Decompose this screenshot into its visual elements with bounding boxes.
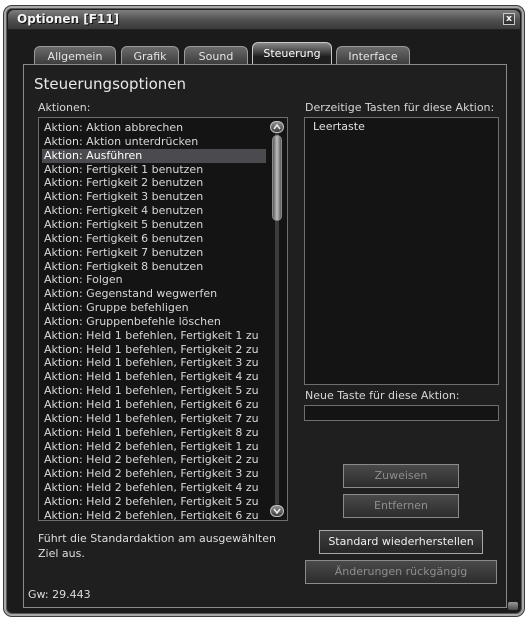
list-item[interactable]: Aktion: Fertigkeit 1 benutzen — [42, 163, 266, 177]
list-item[interactable]: Aktion: Held 2 befehlen, Fertigkeit 6 zu — [42, 509, 266, 520]
list-item[interactable]: Aktion: Folgen — [42, 273, 266, 287]
assign-button[interactable]: Zuweisen — [343, 464, 459, 488]
actions-label: Aktionen: — [38, 101, 91, 114]
restore-defaults-button[interactable]: Standard wiederherstellen — [319, 530, 483, 554]
list-item[interactable]: Aktion: Held 2 befehlen, Fertigkeit 2 zu — [42, 453, 266, 467]
list-item[interactable]: Aktion: Gruppe befehligen — [42, 301, 266, 315]
current-keys-label: Derzeitige Tasten für diese Aktion: — [305, 101, 495, 114]
list-item[interactable]: Aktion: Held 1 befehlen, Fertigkeit 4 zu — [42, 370, 266, 384]
list-item[interactable]: Aktion: Held 2 befehlen, Fertigkeit 3 zu — [42, 467, 266, 481]
list-item[interactable]: Aktion: Held 1 befehlen, Fertigkeit 2 zu — [42, 343, 266, 357]
list-item[interactable]: Aktion: Aktion abbrechen — [42, 121, 266, 135]
resize-grip-icon[interactable] — [508, 602, 518, 610]
list-item[interactable]: Aktion: Held 2 befehlen, Fertigkeit 5 zu — [42, 495, 266, 509]
options-window: Optionen [F11] x Allgemein Grafik Sound … — [4, 6, 524, 616]
scrollbar-thumb[interactable] — [272, 135, 282, 221]
tab-allgemein[interactable]: Allgemein — [34, 46, 116, 65]
current-key-item[interactable]: Leertaste — [313, 120, 365, 133]
list-item[interactable]: Aktion: Held 1 befehlen, Fertigkeit 1 zu — [42, 329, 266, 343]
controls-panel: Steuerungsoptionen Aktionen: Aktion: Akt… — [23, 64, 507, 608]
tab-interface[interactable]: Interface — [336, 46, 410, 65]
list-item[interactable]: Aktion: Fertigkeit 8 benutzen — [42, 260, 266, 274]
scroll-up-icon[interactable] — [270, 121, 284, 133]
list-item[interactable]: Aktion: Fertigkeit 7 benutzen — [42, 246, 266, 260]
list-item[interactable]: Aktion: Fertigkeit 3 benutzen — [42, 190, 266, 204]
list-item[interactable]: Aktion: Held 1 befehlen, Fertigkeit 3 zu — [42, 356, 266, 370]
list-item[interactable]: Aktion: Gruppenbefehle löschen — [42, 315, 266, 329]
undo-changes-button[interactable]: Änderungen rückgängig — [305, 560, 497, 584]
list-item[interactable]: Aktion: Held 1 befehlen, Fertigkeit 7 zu — [42, 412, 266, 426]
list-item[interactable]: Aktion: Gegenstand wegwerfen — [42, 287, 266, 301]
window-title: Optionen [F11] — [17, 12, 120, 26]
scroll-down-icon[interactable] — [270, 505, 284, 517]
list-item[interactable]: Aktion: Held 2 befehlen, Fertigkeit 1 zu — [42, 440, 266, 454]
new-key-field[interactable] — [304, 405, 499, 421]
new-key-label: Neue Taste für diese Aktion: — [305, 389, 460, 402]
list-item[interactable]: Aktion: Fertigkeit 2 benutzen — [42, 176, 266, 190]
status-text: Gw: 29.443 — [28, 588, 91, 601]
close-button[interactable]: x — [503, 13, 515, 25]
tab-steuerung[interactable]: Steuerung — [252, 42, 332, 66]
current-keys-list[interactable]: Leertaste — [304, 117, 499, 385]
list-item[interactable]: Aktion: Aktion unterdrücken — [42, 135, 266, 149]
list-item[interactable]: Aktion: Held 1 befehlen, Fertigkeit 5 zu — [42, 384, 266, 398]
action-description: Führt die Standardaktion am ausgewählten… — [38, 532, 276, 560]
remove-button[interactable]: Entfernen — [343, 494, 459, 518]
list-item[interactable]: Aktion: Fertigkeit 4 benutzen — [42, 204, 266, 218]
actions-list[interactable]: Aktion: Aktion abbrechen Aktion: Aktion u… — [38, 117, 288, 521]
tab-grafik[interactable]: Grafik — [121, 46, 179, 65]
list-item[interactable]: Aktion: Fertigkeit 6 benutzen — [42, 232, 266, 246]
list-item[interactable]: Aktion: Held 2 befehlen, Fertigkeit 4 zu — [42, 481, 266, 495]
list-item[interactable]: Aktion: Held 1 befehlen, Fertigkeit 6 zu — [42, 398, 266, 412]
actions-scrollbar[interactable] — [270, 121, 284, 517]
list-item[interactable]: Aktion: Fertigkeit 5 benutzen — [42, 218, 266, 232]
list-item[interactable]: Aktion: Held 1 befehlen, Fertigkeit 8 zu — [42, 426, 266, 440]
list-item[interactable]: Aktion: Ausführen — [42, 148, 266, 163]
tab-sound[interactable]: Sound — [184, 46, 248, 65]
title-bar[interactable]: Optionen [F11] x — [8, 10, 520, 30]
page-title: Steuerungsoptionen — [34, 75, 187, 93]
